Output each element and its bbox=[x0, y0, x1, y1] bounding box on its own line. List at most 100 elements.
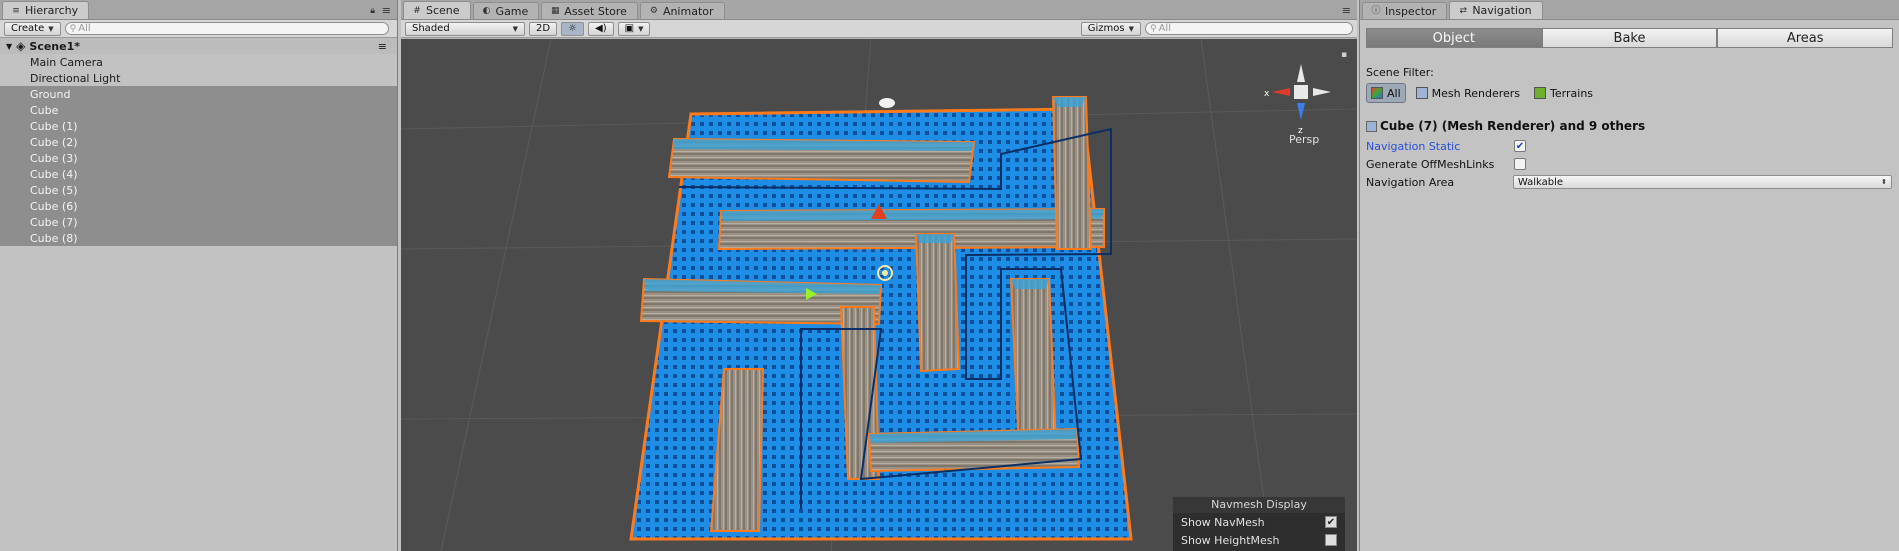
gizmos-dropdown[interactable]: Gizmos ▼ bbox=[1080, 21, 1141, 36]
hierarchy-item[interactable]: Main Camera bbox=[0, 54, 397, 70]
show-heightmesh-row[interactable]: Show HeightMesh bbox=[1173, 531, 1345, 549]
lighting-toggle[interactable]: ☼ bbox=[561, 21, 585, 36]
navigation-area-label: Navigation Area bbox=[1366, 175, 1455, 189]
show-navmesh-label: Show NavMesh bbox=[1181, 515, 1265, 529]
chevron-down-icon: ▼ bbox=[48, 24, 54, 33]
gamepad-icon: ◐ bbox=[482, 6, 491, 16]
hierarchy-item[interactable]: Cube (8) bbox=[0, 230, 397, 246]
store-icon: ▦ bbox=[551, 6, 560, 16]
tab-scene[interactable]: # Scene bbox=[403, 1, 471, 19]
create-button-label: Create bbox=[11, 23, 45, 34]
navigation-area-dropdown[interactable]: Walkable ⬍ bbox=[1512, 175, 1892, 189]
hierarchy-item[interactable]: Cube (6) bbox=[0, 198, 397, 214]
gizmo-x-label: x bbox=[1264, 89, 1270, 99]
hierarchy-item[interactable]: Cube (7) bbox=[0, 214, 397, 230]
hierarchy-item[interactable]: Cube (2) bbox=[0, 134, 397, 150]
show-heightmesh-checkbox[interactable] bbox=[1325, 534, 1337, 546]
panel-menu-icon[interactable]: ≡ bbox=[1342, 4, 1351, 17]
navigation-tabbar: ⓘ Inspector ⇄ Navigation bbox=[1360, 0, 1899, 20]
scene-menu-icon[interactable]: ≡ bbox=[378, 40, 387, 53]
navigation-area-value: Walkable bbox=[1517, 176, 1564, 188]
navigation-area-row: Navigation Area Walkable ⬍ bbox=[1366, 174, 1892, 190]
scene-render: x z Persp ▪ bbox=[401, 39, 1357, 551]
hierarchy-item-label: Cube (1) bbox=[30, 119, 78, 133]
tab-navigation[interactable]: ⇄ Navigation bbox=[1449, 1, 1543, 19]
filter-mesh-renderers-button[interactable]: Mesh Renderers bbox=[1412, 83, 1524, 103]
tab-game[interactable]: ◐ Game bbox=[472, 2, 540, 19]
generate-offmeshlinks-checkbox[interactable] bbox=[1514, 158, 1526, 170]
shading-mode-label: Shaded bbox=[412, 23, 450, 34]
projection-label[interactable]: Persp bbox=[1289, 133, 1319, 146]
hierarchy-item[interactable]: Cube (3) bbox=[0, 150, 397, 166]
selection-title-row: Cube (7) (Mesh Renderer) and 9 others bbox=[1366, 118, 1892, 134]
navigation-static-checkbox[interactable]: ✔ bbox=[1514, 140, 1526, 152]
hierarchy-item[interactable]: Ground bbox=[0, 86, 397, 102]
hierarchy-toolbar: Create ▼ ⚲ All bbox=[0, 20, 397, 38]
expand-triangle-icon[interactable]: ▼ bbox=[6, 42, 12, 51]
hierarchy-item-label: Cube (2) bbox=[30, 135, 78, 149]
lock-icon[interactable]: ▪ bbox=[1341, 50, 1347, 60]
navigation-static-label: Navigation Static bbox=[1366, 139, 1461, 153]
mesh-renderer-icon bbox=[1366, 120, 1377, 132]
scene-search-placeholder: All bbox=[1158, 23, 1171, 34]
chevron-down-icon: ▼ bbox=[512, 24, 518, 33]
tab-scene-label: Scene bbox=[426, 4, 460, 17]
scene-root-row[interactable]: ▼ ◈ Scene1* ≡ bbox=[0, 38, 397, 54]
tab-asset-store[interactable]: ▦ Asset Store bbox=[541, 2, 638, 19]
show-navmesh-row[interactable]: Show NavMesh ✔ bbox=[1173, 513, 1345, 531]
hierarchy-search-placeholder: All bbox=[78, 23, 91, 34]
tab-areas-label: Areas bbox=[1786, 30, 1824, 46]
shading-mode-dropdown[interactable]: Shaded ▼ bbox=[405, 21, 525, 36]
navigation-static-row: Navigation Static ✔ bbox=[1366, 138, 1892, 154]
chevron-updown-icon: ⬍ bbox=[1881, 178, 1887, 186]
hierarchy-panel: ≡ Hierarchy 🔒︎ ≡ Create ▼ ⚲ All ▼ ◈ Scen… bbox=[0, 0, 398, 551]
hierarchy-item[interactable]: Cube bbox=[0, 102, 397, 118]
effects-dropdown[interactable]: ▣ ▼ bbox=[617, 21, 651, 36]
scene-panel: # Scene ◐ Game ▦ Asset Store ⚙ Animator … bbox=[401, 0, 1357, 551]
tab-animator[interactable]: ⚙ Animator bbox=[639, 2, 725, 19]
panel-menu-icon[interactable]: ≡ bbox=[382, 4, 391, 17]
create-button[interactable]: Create ▼ bbox=[4, 21, 61, 36]
hash-icon: # bbox=[413, 5, 421, 16]
tab-bake[interactable]: Bake bbox=[1541, 28, 1718, 48]
filter-all-button[interactable]: All bbox=[1366, 83, 1406, 103]
hierarchy-list: Main Camera Directional Light Ground Cube Cu… bbox=[0, 54, 397, 246]
mode-2d-toggle[interactable]: 2D bbox=[529, 21, 558, 36]
scene-filter-buttons: All Mesh Renderers Terrains bbox=[1366, 82, 1892, 104]
navmesh-display-title: Navmesh Display bbox=[1173, 497, 1345, 513]
filter-terrains-label: Terrains bbox=[1550, 86, 1594, 100]
filter-terrains-button[interactable]: Terrains bbox=[1530, 83, 1597, 103]
navigation-panel: ⓘ Inspector ⇄ Navigation Object Bake Are… bbox=[1359, 0, 1899, 551]
hierarchy-item-label: Cube (5) bbox=[30, 183, 78, 197]
hierarchy-item[interactable]: Cube (1) bbox=[0, 118, 397, 134]
hierarchy-tabbar: ≡ Hierarchy 🔒︎ ≡ bbox=[0, 0, 397, 20]
lock-icon[interactable]: 🔒︎ bbox=[370, 6, 375, 16]
gizmos-label: Gizmos bbox=[1087, 23, 1125, 34]
mesh-renderer-icon bbox=[1415, 87, 1428, 99]
hierarchy-search-input[interactable]: ⚲ All bbox=[64, 22, 389, 35]
scene-viewport[interactable]: x z Persp ▪ Navmesh Display Show NavMesh… bbox=[401, 39, 1357, 551]
tab-inspector[interactable]: ⓘ Inspector bbox=[1362, 2, 1448, 19]
scene-search-input[interactable]: ⚲ All bbox=[1145, 22, 1353, 35]
tab-areas[interactable]: Areas bbox=[1717, 28, 1894, 48]
image-icon: ▣ bbox=[624, 23, 635, 34]
hierarchy-item[interactable]: Directional Light bbox=[0, 70, 397, 86]
unity-scene-icon: ◈ bbox=[16, 39, 26, 53]
search-icon: ⚲ bbox=[69, 23, 77, 34]
tab-navigation-label: Navigation bbox=[1472, 4, 1532, 17]
show-navmesh-checkbox[interactable]: ✔ bbox=[1325, 516, 1337, 528]
tab-game-label: Game bbox=[495, 4, 529, 18]
navmesh-display-overlay: Navmesh Display Show NavMesh ✔ Show Heig… bbox=[1173, 497, 1345, 551]
hierarchy-item[interactable]: Cube (4) bbox=[0, 166, 397, 182]
hierarchy-item-label: Main Camera bbox=[30, 55, 103, 69]
hierarchy-item[interactable]: Cube (5) bbox=[0, 182, 397, 198]
chevron-down-icon: ▼ bbox=[638, 24, 644, 33]
terrain-icon bbox=[1534, 87, 1547, 99]
orientation-gizmo[interactable]: x z Persp ▪ bbox=[1264, 50, 1347, 146]
show-heightmesh-label: Show HeightMesh bbox=[1181, 533, 1280, 547]
tab-hierarchy[interactable]: ≡ Hierarchy bbox=[2, 1, 90, 19]
audio-toggle[interactable]: ◀) bbox=[588, 21, 614, 36]
cloud-gizmo bbox=[879, 98, 895, 108]
all-objects-icon bbox=[1371, 87, 1383, 99]
tab-object[interactable]: Object bbox=[1366, 28, 1542, 48]
